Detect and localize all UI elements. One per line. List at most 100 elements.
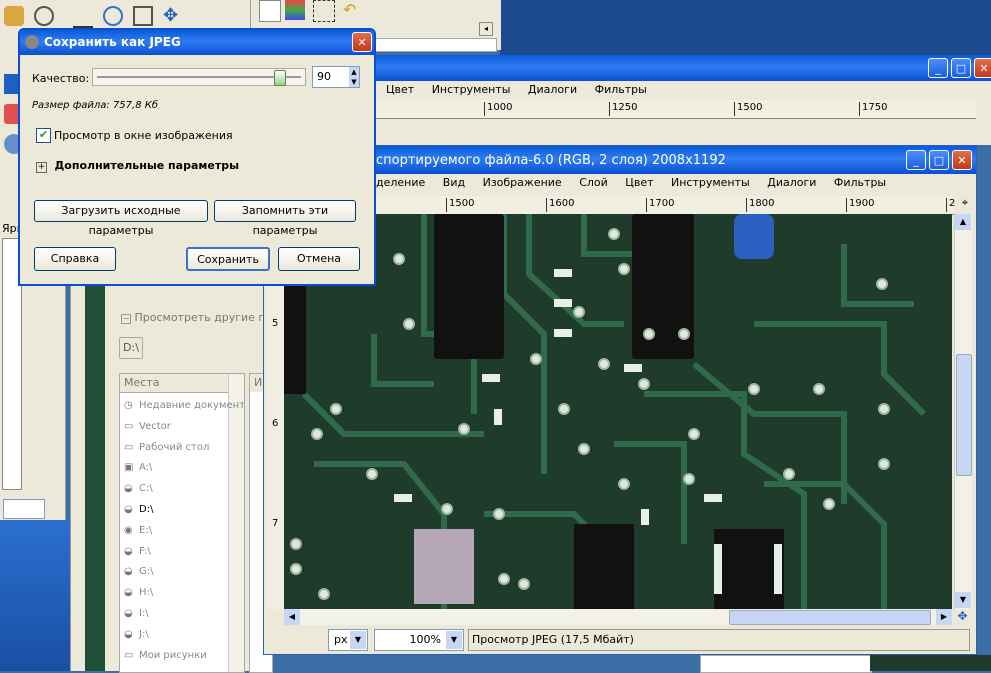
place-item[interactable]: ◒ G:\ [124, 562, 228, 583]
menu-filters[interactable]: Фильтры [595, 83, 647, 96]
maximize-button[interactable]: □ [929, 150, 949, 170]
close-button[interactable]: ✕ [952, 150, 972, 170]
image-menubar: деление Вид Изображение Слой Цвет Инстру… [376, 176, 900, 189]
folder-icon: ▭ [124, 420, 134, 432]
jpeg-dialog-titlebar: Сохранить как JPEG [20, 30, 374, 55]
place-item[interactable]: ◒ D:\ [124, 500, 228, 521]
place-item[interactable]: ◒ H:\ [124, 583, 228, 604]
preview-checkbox[interactable]: ✔ [36, 128, 51, 143]
drive-icon: ◒ [124, 503, 133, 515]
place-item[interactable]: ▭ Vector [124, 417, 228, 438]
scroll-up-button[interactable]: ▲ [955, 214, 971, 230]
menu-color[interactable]: Цвет [386, 83, 414, 96]
place-item[interactable]: ▣ A:\ [124, 458, 228, 479]
statusbar: px ▼ 100% ▼ Просмотр JPEG (17,5 Мбайт) [328, 629, 972, 651]
back-minimize-button[interactable]: _ [928, 58, 948, 78]
channels-icon[interactable] [285, 0, 305, 20]
load-defaults-button[interactable]: Загрузить исходные параметры [34, 200, 208, 237]
jpeg-dialog-title: Сохранить как JPEG [44, 35, 181, 49]
menu-image[interactable]: Изображение [483, 176, 562, 189]
menu-tools[interactable]: Инструменты [432, 83, 511, 96]
scroll-right-button[interactable]: ▶ [936, 609, 952, 625]
back-hruler: 1000 1250 1500 1750 [376, 100, 976, 119]
vertical-scroll-thumb[interactable] [956, 354, 972, 476]
ruler-mark: 1000 [484, 102, 512, 116]
advanced-expander[interactable]: + Дополнительные параметры [36, 159, 239, 173]
path-button[interactable]: D:\ [119, 337, 143, 359]
chooser-strip [85, 275, 105, 671]
fuzzy-select-icon[interactable] [4, 6, 24, 26]
quality-label: Качество: [32, 72, 90, 85]
place-item[interactable]: ▭ Рабочий стол [124, 438, 228, 459]
quality-spinbox[interactable]: 90 ▲ ▼ [312, 66, 360, 88]
nav-corner-icon[interactable]: ✥ [954, 609, 971, 625]
menu-view[interactable]: Вид [443, 176, 465, 189]
menu-color[interactable]: Цвет [625, 176, 653, 189]
places-scrollbar[interactable] [228, 374, 244, 672]
file-chooser: − Просмотреть другие папки D:\ Места ◷ Не… [70, 275, 293, 673]
back-maximize-button[interactable]: □ [951, 58, 971, 78]
place-item[interactable]: ◒ C:\ [124, 479, 228, 500]
drive-icon: ◒ [124, 483, 133, 495]
place-item[interactable]: ◒ J:\ [124, 625, 228, 646]
places-header[interactable]: Места [120, 374, 232, 393]
minimize-button[interactable]: _ [906, 150, 926, 170]
hruler: 1500 1600 1700 1800 1900 2 [284, 196, 955, 215]
ruler-mark: 1900 [846, 198, 874, 212]
navigate-icon[interactable]: ⌖ [956, 196, 974, 214]
measure-icon[interactable] [133, 6, 153, 26]
dialog-close-button[interactable]: ✕ [352, 32, 372, 52]
paths-icon[interactable] [34, 6, 54, 26]
help-button[interactable]: Справка [34, 247, 116, 271]
preview-label[interactable]: Просмотр в окне изображения [54, 129, 233, 142]
scroll-left-button[interactable]: ◀ [284, 609, 300, 625]
airbrush-icon[interactable] [73, 6, 93, 29]
save-defaults-button[interactable]: Запомнить эти параметры [214, 200, 356, 237]
vruler-mark: 6 [272, 418, 279, 429]
folder-icon: ▭ [124, 441, 134, 453]
zoom-select[interactable]: 100% ▼ [374, 629, 464, 651]
layers-icon[interactable] [259, 0, 281, 22]
place-item[interactable]: ◒ I:\ [124, 604, 228, 625]
ruler-mark: 1500 [734, 102, 762, 116]
pcb-photo [284, 214, 952, 609]
spin-arrows-icon[interactable]: ▲ ▼ [349, 67, 359, 87]
unit-select[interactable]: px ▼ [328, 629, 368, 651]
undo-icon[interactable]: ↶ [343, 0, 363, 20]
ruler-mark: 2 [946, 198, 955, 212]
horizontal-scroll-thumb[interactable] [729, 610, 931, 625]
place-item[interactable]: ◉ E:\ [124, 521, 228, 542]
place-item[interactable]: ▭ Мои рисунки [124, 646, 228, 667]
chevron-down-icon: ▼ [446, 631, 462, 649]
back-close-button[interactable]: ✕ [974, 58, 991, 78]
horizontal-scrollbar[interactable]: ◀ ▶ [284, 609, 952, 625]
cancel-button[interactable]: Отмена [278, 247, 360, 271]
image-window-title: спортируемого файла-6.0 (RGB, 2 слоя) 20… [376, 153, 726, 168]
slider-handle[interactable] [274, 70, 286, 86]
top-toolbar: ✥ [65, 0, 250, 30]
drive-icon: ◒ [124, 587, 133, 599]
collapse-icon: − [121, 314, 131, 324]
expand-icon: + [36, 162, 47, 173]
scroll-down-button[interactable]: ▼ [955, 592, 971, 608]
menu-tools[interactable]: Инструменты [671, 176, 750, 189]
save-small-button[interactable] [3, 499, 45, 519]
menu-dialogs[interactable]: Диалоги [528, 83, 577, 96]
image-canvas[interactable] [284, 214, 952, 609]
save-button[interactable]: Сохранить [186, 247, 270, 271]
menu-layer[interactable]: Слой [579, 176, 608, 189]
move-icon[interactable]: ✥ [163, 6, 183, 26]
slider-track [97, 76, 301, 78]
bottom-strip [700, 655, 872, 673]
menu-select[interactable]: деление [376, 176, 425, 189]
place-item[interactable]: ◒ F:\ [124, 542, 228, 563]
menu-dialogs[interactable]: Диалоги [767, 176, 816, 189]
zoom-icon[interactable] [103, 6, 123, 26]
menu-filters[interactable]: Фильтры [834, 176, 886, 189]
dock-arrow-icon[interactable]: ◂ [479, 22, 493, 36]
paths-dock-icon[interactable] [313, 0, 335, 22]
place-item[interactable]: ◷ Недавние документы [124, 396, 244, 417]
vertical-scrollbar[interactable]: ▲ ▼ [954, 214, 972, 609]
drive-icon: ◒ [124, 607, 133, 619]
quality-slider[interactable] [92, 68, 306, 86]
